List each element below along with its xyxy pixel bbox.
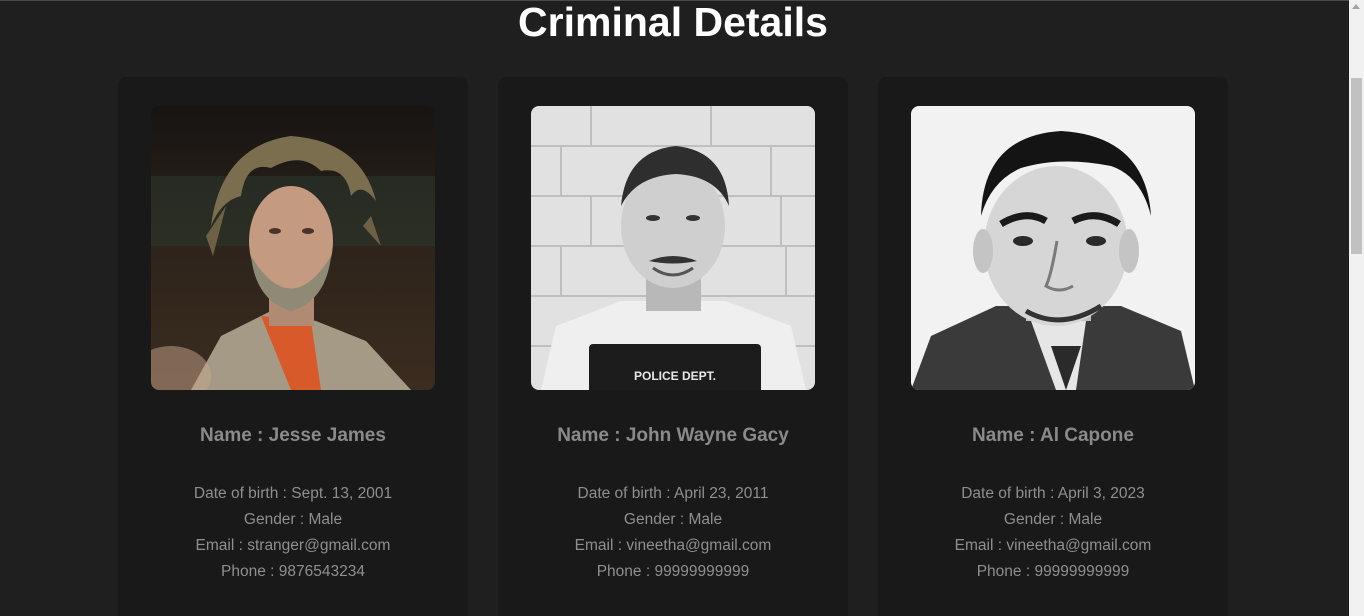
criminal-info: Date of birth : Sept. 13, 2001 Gender : …	[118, 481, 468, 585]
mugshot-photo-icon: POLICE DEPT.	[531, 106, 815, 390]
criminal-dob: Date of birth : April 23, 2011	[577, 485, 769, 502]
criminal-email: Email : stranger@gmail.com	[195, 537, 391, 554]
criminal-photo	[911, 106, 1195, 390]
criminal-photo	[151, 106, 435, 390]
criminal-name: Name : John Wayne Gacy	[557, 425, 789, 446]
criminal-name: Name : Jesse James	[200, 425, 386, 446]
criminal-card[interactable]: POLICE DEPT. Name : John Wayne Gacy Date…	[498, 77, 848, 616]
criminal-phone: Phone : 99999999999	[976, 563, 1130, 580]
criminal-phone: Phone : 99999999999	[596, 563, 750, 580]
criminal-gender: Gender : Male	[243, 511, 343, 528]
criminal-dob: Date of birth : April 3, 2023	[961, 485, 1145, 502]
scroll-up-arrow-icon[interactable]	[1352, 4, 1360, 9]
criminal-email: Email : vineetha@gmail.com	[574, 537, 772, 554]
criminal-gender: Gender : Male	[623, 511, 723, 528]
mugshot-photo-icon	[911, 106, 1195, 390]
scrollbar-thumb[interactable]	[1351, 78, 1362, 254]
criminal-card[interactable]: Name : Al Capone Date of birth : April 3…	[878, 77, 1228, 616]
criminal-phone: Phone : 9876543234	[221, 563, 365, 580]
criminal-info: Date of birth : April 3, 2023 Gender : M…	[878, 481, 1228, 585]
mugshot-photo-icon	[151, 106, 435, 390]
page-viewport: Criminal Details Name: Jesse James Date…	[0, 0, 1349, 616]
criminal-gender: Gender : Male	[1003, 511, 1103, 528]
criminal-email: Email : vineetha@gmail.com	[954, 537, 1152, 554]
criminal-name: Name : Al Capone	[972, 425, 1134, 446]
police-sign-text: POLICE DEPT.	[634, 369, 716, 383]
criminal-info: Date of birth : April 23, 2011 Gender : …	[498, 481, 848, 585]
criminal-card[interactable]: Name : Jesse James Date of birth : Sept.…	[118, 77, 468, 616]
criminal-photo: POLICE DEPT.	[531, 106, 815, 390]
page-title: Criminal Details	[518, 0, 828, 45]
criminal-dob: Date of birth : Sept. 13, 2001	[193, 485, 393, 502]
